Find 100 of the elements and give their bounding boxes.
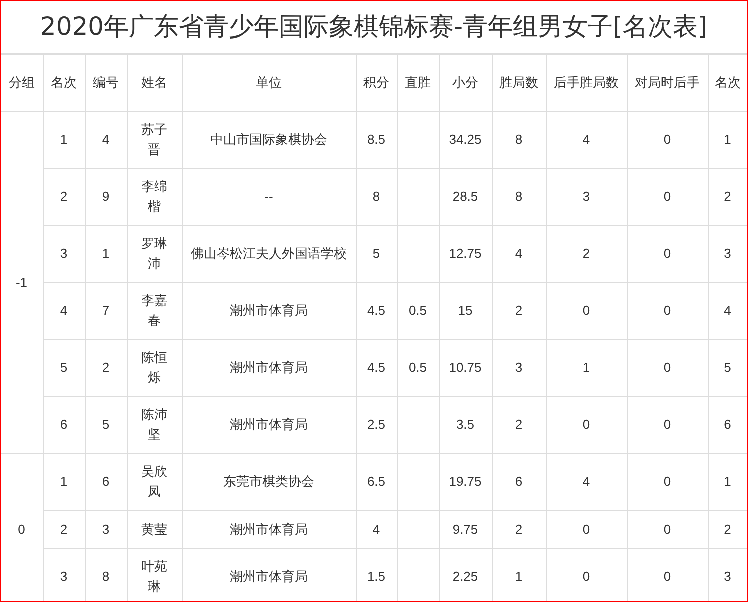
table-cell: 0 [582,522,590,536]
table-cell: -- [264,189,274,204]
column-header: 名次 [43,54,85,112]
column-header: 编号 [85,54,127,112]
table-cell: 4.5 [367,360,386,375]
table-cell: -1 [1,112,43,454]
table-cell: 10.75 [449,360,482,375]
table-cell: 0 [664,474,672,489]
table-cell: 中山市国际象棋协会 [210,132,328,147]
table-cell: 6 [60,417,68,432]
table-cell: 2.25 [452,569,478,584]
table-cell: 4.5 [367,303,386,318]
table-cell: 5 [372,246,380,261]
table-cell: 28.5 [452,189,478,204]
table-cell: 1 [102,246,110,261]
table-cell: 9 [102,189,110,204]
table-cell: 8 [515,189,523,204]
table-cell: 4 [582,132,590,147]
table-cell: 19.75 [449,474,482,489]
column-header: 对局时后手 [627,54,708,112]
table-cell: 2 [582,246,590,261]
table-cell: 5 [60,360,68,375]
table-cell: 1 [60,132,68,147]
table-cell: 2 [60,189,68,204]
table-cell: 吴欣凤 [142,464,168,499]
table-cell: 叶苑琳 [142,559,168,594]
table-cell: 0.5 [408,360,428,375]
table-cell: 3 [582,189,590,204]
table-cell: 东莞市棋类协会 [224,474,314,489]
table-cell: 李嘉春 [142,293,168,328]
table-cell: 2 [102,360,110,375]
table-cell: 4 [724,303,732,318]
table-cell: 0 [664,303,672,318]
table-cell: 2 [515,522,523,536]
table-cell: 4 [372,522,380,536]
column-header: 姓名 [127,54,182,112]
table-cell: 3.5 [456,417,475,432]
table-cell: 8.5 [367,132,386,147]
table-cell: 潮州市体育局 [230,569,308,584]
table-cell: 2 [724,522,732,536]
table-cell: 4 [582,474,590,489]
table-cell: 2 [515,417,523,432]
table-cell: 佛山岑松江夫人外国语学校 [191,246,347,261]
table-cell: 1 [60,474,68,489]
table-cell: 0 [664,522,672,536]
table-cell: 7 [102,303,110,318]
table-cell: 15 [458,303,473,318]
table-cell: 潮州市体育局 [230,360,308,375]
column-header: 小分 [439,54,492,112]
table-cell: 4 [60,303,68,318]
table-cell: 6 [515,474,523,489]
table-cell: 陈恒烁 [142,350,168,385]
table-cell: 3 [724,246,732,261]
table-cell: 0.5 [408,303,428,318]
table-cell: 5 [102,417,110,432]
table-cell: 4 [102,132,110,147]
table-cell: 0 [664,569,672,584]
table-cell: 苏子晋 [142,122,168,157]
table-cell: 6 [102,474,110,489]
table-cell: 2.5 [367,417,386,432]
table-cell: 3 [515,360,523,375]
table-cell: 2 [515,303,523,318]
table-cell: 4 [515,246,523,261]
column-header: 积分 [356,54,397,112]
table-cell: 3 [60,246,68,261]
table-cell: 0 [664,246,672,261]
table-cell: 1 [724,132,732,147]
table-cell: 3 [102,522,110,536]
table-cell: 6 [724,417,732,432]
table-cell: 1 [582,360,590,375]
table-cell: 5 [724,360,732,375]
table-cell: 3 [60,569,68,584]
table-cell: 0 [582,417,590,432]
column-header: 分组 [1,54,43,112]
table-cell: 0 [664,360,672,375]
table-cell: 9.75 [452,522,478,536]
table-cell: 2 [724,189,732,204]
table-cell: 8 [515,132,523,147]
column-header: 后手胜局数 [546,54,627,112]
table-cell: 3 [724,569,732,584]
table-cell: 1.5 [367,569,386,584]
table-cell: 罗琳沛 [142,236,168,271]
table-cell: 0 [664,132,672,147]
table-cell: 12.75 [449,246,482,261]
table-cell: 黄莹 [142,522,168,536]
table-title: 2020年广东省青少年国际象棋锦标赛-青年组男女子[名次表] [40,11,708,44]
column-header: 直胜 [397,54,439,112]
table-cell: 0 [582,569,590,584]
table-cell: 6.5 [367,474,386,489]
table-cell: 34.25 [449,132,482,147]
table-cell: 1 [724,474,732,489]
table-cell: 8 [372,189,380,204]
table-cell: 0 [582,303,590,318]
column-header: 胜局数 [492,54,546,112]
column-header: 名次 [708,54,747,112]
column-header: 单位 [182,54,356,112]
table-cell: 李绵楷 [142,179,168,214]
table-cell: 8 [102,569,110,584]
table-cell: 潮州市体育局 [230,417,308,432]
table-cell: 陈沛坚 [142,407,168,442]
